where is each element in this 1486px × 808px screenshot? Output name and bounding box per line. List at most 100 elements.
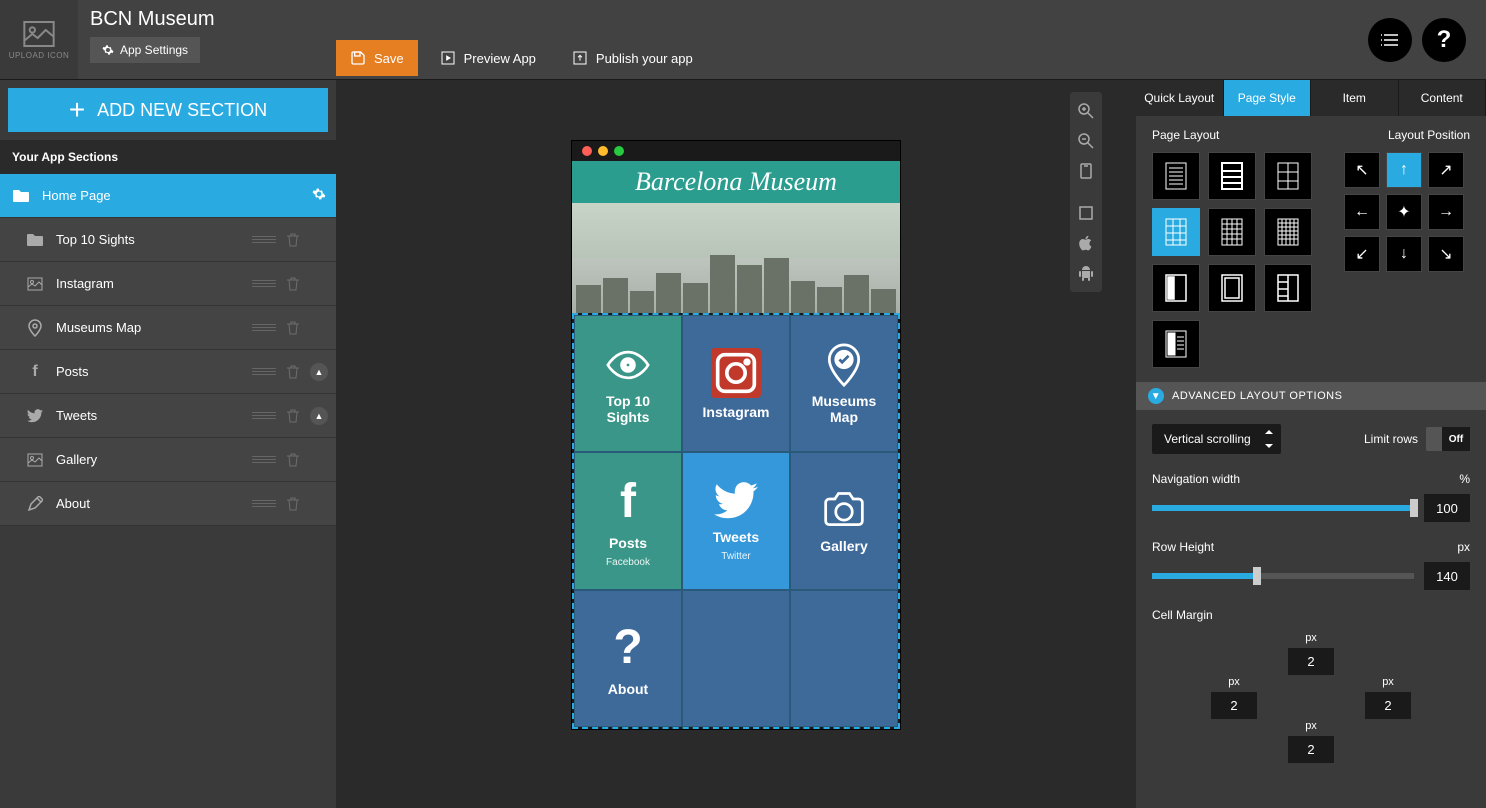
android-button[interactable] — [1070, 258, 1102, 288]
tile-tweets[interactable]: Tweets Twitter — [682, 452, 790, 589]
pin-check-icon — [822, 343, 866, 387]
sidebar-item-museums-map[interactable]: Museums Map — [0, 306, 336, 350]
nav-width-value[interactable]: 100 — [1424, 494, 1470, 522]
preview-hero-image — [572, 203, 900, 313]
image-icon — [26, 277, 44, 291]
drag-handle[interactable] — [252, 321, 276, 335]
trash-icon[interactable] — [286, 320, 300, 336]
list-icon — [1380, 33, 1400, 47]
sidebar-item-gallery[interactable]: Gallery — [0, 438, 336, 482]
nav-width-slider[interactable] — [1152, 505, 1414, 511]
collapse-icon[interactable]: ▲ — [310, 407, 328, 425]
drag-handle[interactable] — [252, 233, 276, 247]
tile-instagram[interactable]: Instagram — [682, 315, 790, 452]
tab-content[interactable]: Content — [1399, 80, 1486, 116]
tile-empty — [682, 590, 790, 727]
save-icon — [350, 50, 366, 66]
upload-icon-button[interactable]: UPLOAD ICON — [0, 0, 78, 79]
layout-list[interactable] — [1152, 152, 1200, 200]
row-height-slider[interactable] — [1152, 573, 1414, 579]
row-height-value[interactable]: 140 — [1424, 562, 1470, 590]
tab-quick-layout[interactable]: Quick Layout — [1136, 80, 1224, 116]
trash-icon[interactable] — [286, 408, 300, 424]
trash-icon[interactable] — [286, 496, 300, 512]
tab-item[interactable]: Item — [1311, 80, 1399, 116]
folder-icon — [26, 233, 44, 247]
margin-bottom[interactable]: 2 — [1288, 736, 1334, 763]
page-layout-label: Page Layout — [1152, 128, 1219, 142]
layout-grid-dense[interactable] — [1264, 208, 1312, 256]
ios-button[interactable] — [1070, 228, 1102, 258]
app-settings-button[interactable]: App Settings — [90, 37, 200, 63]
sidebar-item-posts[interactable]: f Posts ▲ — [0, 350, 336, 394]
pos-center[interactable]: ✦ — [1386, 194, 1422, 230]
tile-posts[interactable]: f Posts Facebook — [574, 452, 682, 589]
layout-grid-4x5[interactable] — [1208, 208, 1256, 256]
gear-icon[interactable] — [312, 187, 326, 204]
drag-handle[interactable] — [252, 409, 276, 423]
list-button[interactable] — [1368, 18, 1412, 62]
layout-sidebar[interactable] — [1152, 264, 1200, 312]
chevron-down-icon: ▼ — [1148, 388, 1164, 404]
trash-icon[interactable] — [286, 276, 300, 292]
layout-grid-2x3[interactable] — [1264, 152, 1312, 200]
pos-top-left[interactable]: ↖ — [1344, 152, 1380, 188]
pos-bottom[interactable]: ↓ — [1386, 236, 1422, 272]
publish-app-button[interactable]: Publish your app — [558, 40, 707, 76]
trash-icon[interactable] — [286, 452, 300, 468]
twitter-icon — [26, 409, 44, 423]
pos-bottom-right[interactable]: ↘ — [1428, 236, 1464, 272]
pos-left[interactable]: ← — [1344, 194, 1380, 230]
sections-header: Your App Sections — [0, 140, 336, 174]
trash-icon[interactable] — [286, 232, 300, 248]
drag-handle[interactable] — [252, 497, 276, 511]
twitter-icon — [714, 479, 758, 523]
view-tools — [1070, 92, 1102, 292]
tab-page-style[interactable]: Page Style — [1224, 80, 1312, 116]
pos-right[interactable]: → — [1428, 194, 1464, 230]
camera-icon — [822, 488, 866, 532]
pos-top-right[interactable]: ↗ — [1428, 152, 1464, 188]
margin-left[interactable]: 2 — [1211, 692, 1257, 719]
layout-split[interactable] — [1264, 264, 1312, 312]
scrolling-select[interactable]: Vertical scrolling — [1152, 424, 1281, 454]
cell-margin-control: px2 px2 px2 px2 — [1211, 632, 1411, 772]
tile-museums-map[interactable]: Museums Map — [790, 315, 898, 452]
tile-about[interactable]: ? About — [574, 590, 682, 727]
preview-grid[interactable]: Top 10 Sights Instagram Museums Map f Po… — [572, 313, 900, 729]
layout-card[interactable] — [1208, 264, 1256, 312]
device-frame-button[interactable] — [1070, 198, 1102, 228]
sidebar-item-top-10-sights[interactable]: Top 10 Sights — [0, 218, 336, 262]
question-icon: ? — [1437, 26, 1452, 54]
margin-right[interactable]: 2 — [1365, 692, 1411, 719]
tile-gallery[interactable]: Gallery — [790, 452, 898, 589]
sidebar-item-about[interactable]: About — [0, 482, 336, 526]
pos-top[interactable]: ↑ — [1386, 152, 1422, 188]
layout-position-label: Layout Position — [1388, 128, 1470, 142]
save-button[interactable]: Save — [336, 40, 418, 76]
layout-mixed[interactable] — [1152, 320, 1200, 368]
zoom-out-button[interactable] — [1070, 126, 1102, 156]
collapse-icon[interactable]: ▲ — [310, 363, 328, 381]
drag-handle[interactable] — [252, 277, 276, 291]
margin-top[interactable]: 2 — [1288, 648, 1334, 675]
drag-handle[interactable] — [252, 453, 276, 467]
limit-rows-toggle[interactable]: Off — [1426, 427, 1470, 451]
help-button[interactable]: ? — [1422, 18, 1466, 62]
facebook-icon: f — [26, 363, 44, 381]
sidebar-item-instagram[interactable]: Instagram — [0, 262, 336, 306]
drag-handle[interactable] — [252, 365, 276, 379]
sidebar-item-home-page[interactable]: Home Page — [0, 174, 336, 218]
layout-rows[interactable] — [1208, 152, 1256, 200]
sidebar-item-tweets[interactable]: Tweets ▲ — [0, 394, 336, 438]
layout-grid-3x4[interactable] — [1152, 208, 1200, 256]
preview-app-button[interactable]: Preview App — [426, 40, 550, 76]
trash-icon[interactable] — [286, 364, 300, 380]
add-section-button[interactable]: + ADD NEW SECTION — [8, 88, 328, 132]
eye-icon — [606, 343, 650, 387]
zoom-in-button[interactable] — [1070, 96, 1102, 126]
tile-top-10-sights[interactable]: Top 10 Sights — [574, 315, 682, 452]
advanced-options-header[interactable]: ▼ ADVANCED LAYOUT OPTIONS — [1136, 382, 1486, 410]
rotate-button[interactable] — [1070, 156, 1102, 186]
pos-bottom-left[interactable]: ↙ — [1344, 236, 1380, 272]
